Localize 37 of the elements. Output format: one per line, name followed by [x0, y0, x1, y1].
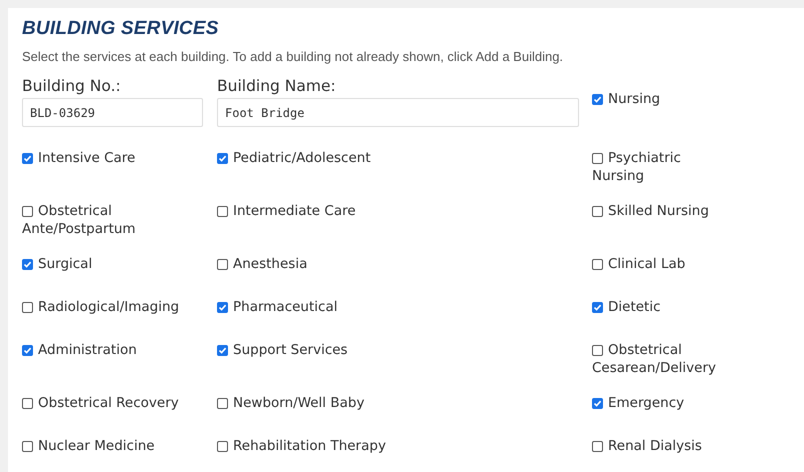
checkbox[interactable]: Emergency [592, 394, 724, 412]
checkmark-icon [23, 260, 32, 269]
checkmark-icon [593, 399, 602, 408]
checkbox[interactable]: Renal Dialysis [592, 437, 724, 455]
checkbox[interactable]: Obstetrical Cesarean/Delivery [592, 341, 724, 377]
checkmark-icon [23, 346, 32, 355]
instructions-text: Select the services at each building. To add a building not already shown, click Add a Building. [22, 49, 564, 64]
text-field[interactable]: Foot Bridge [217, 98, 579, 127]
checkmark-icon [23, 154, 32, 163]
checkbox[interactable]: Radiological/Imaging [22, 298, 192, 316]
checkbox[interactable]: Intensive Care [22, 149, 192, 167]
field-label: Building No.: [22, 77, 122, 95]
checkbox[interactable]: Surgical [22, 255, 192, 273]
checkbox[interactable]: Clinical Lab [592, 255, 724, 273]
checkbox[interactable]: Nursing [592, 90, 724, 108]
checkmark-icon [218, 303, 227, 312]
checkmark-icon [593, 303, 602, 312]
checkmark-icon [218, 346, 227, 355]
checkbox[interactable]: Nuclear Medicine [22, 437, 192, 455]
checkmark-icon [218, 154, 227, 163]
field-label: Building Name: [217, 77, 337, 95]
checkbox[interactable]: Skilled Nursing [592, 202, 724, 220]
checkbox[interactable]: Anesthesia [217, 255, 577, 273]
checkbox[interactable]: Dietetic [592, 298, 724, 316]
checkbox[interactable]: Administration [22, 341, 192, 359]
checkbox[interactable]: Psychiatric Nursing [592, 149, 724, 185]
text-field[interactable]: BLD-03629 [22, 98, 203, 127]
checkbox[interactable]: Pharmaceutical [217, 298, 577, 316]
checkbox[interactable]: Support Services [217, 341, 577, 359]
checkbox[interactable]: Obstetrical Ante/Postpartum [22, 202, 192, 238]
section-title: BUILDING SERVICES [22, 18, 220, 40]
checkbox[interactable]: Rehabilitation Therapy [217, 437, 577, 455]
checkbox[interactable]: Newborn/Well Baby [217, 394, 577, 412]
checkmark-icon [593, 95, 602, 104]
checkbox[interactable]: Intermediate Care [217, 202, 577, 220]
checkbox[interactable]: Obstetrical Recovery [22, 394, 192, 412]
checkbox[interactable]: Pediatric/Adolescent [217, 149, 577, 167]
